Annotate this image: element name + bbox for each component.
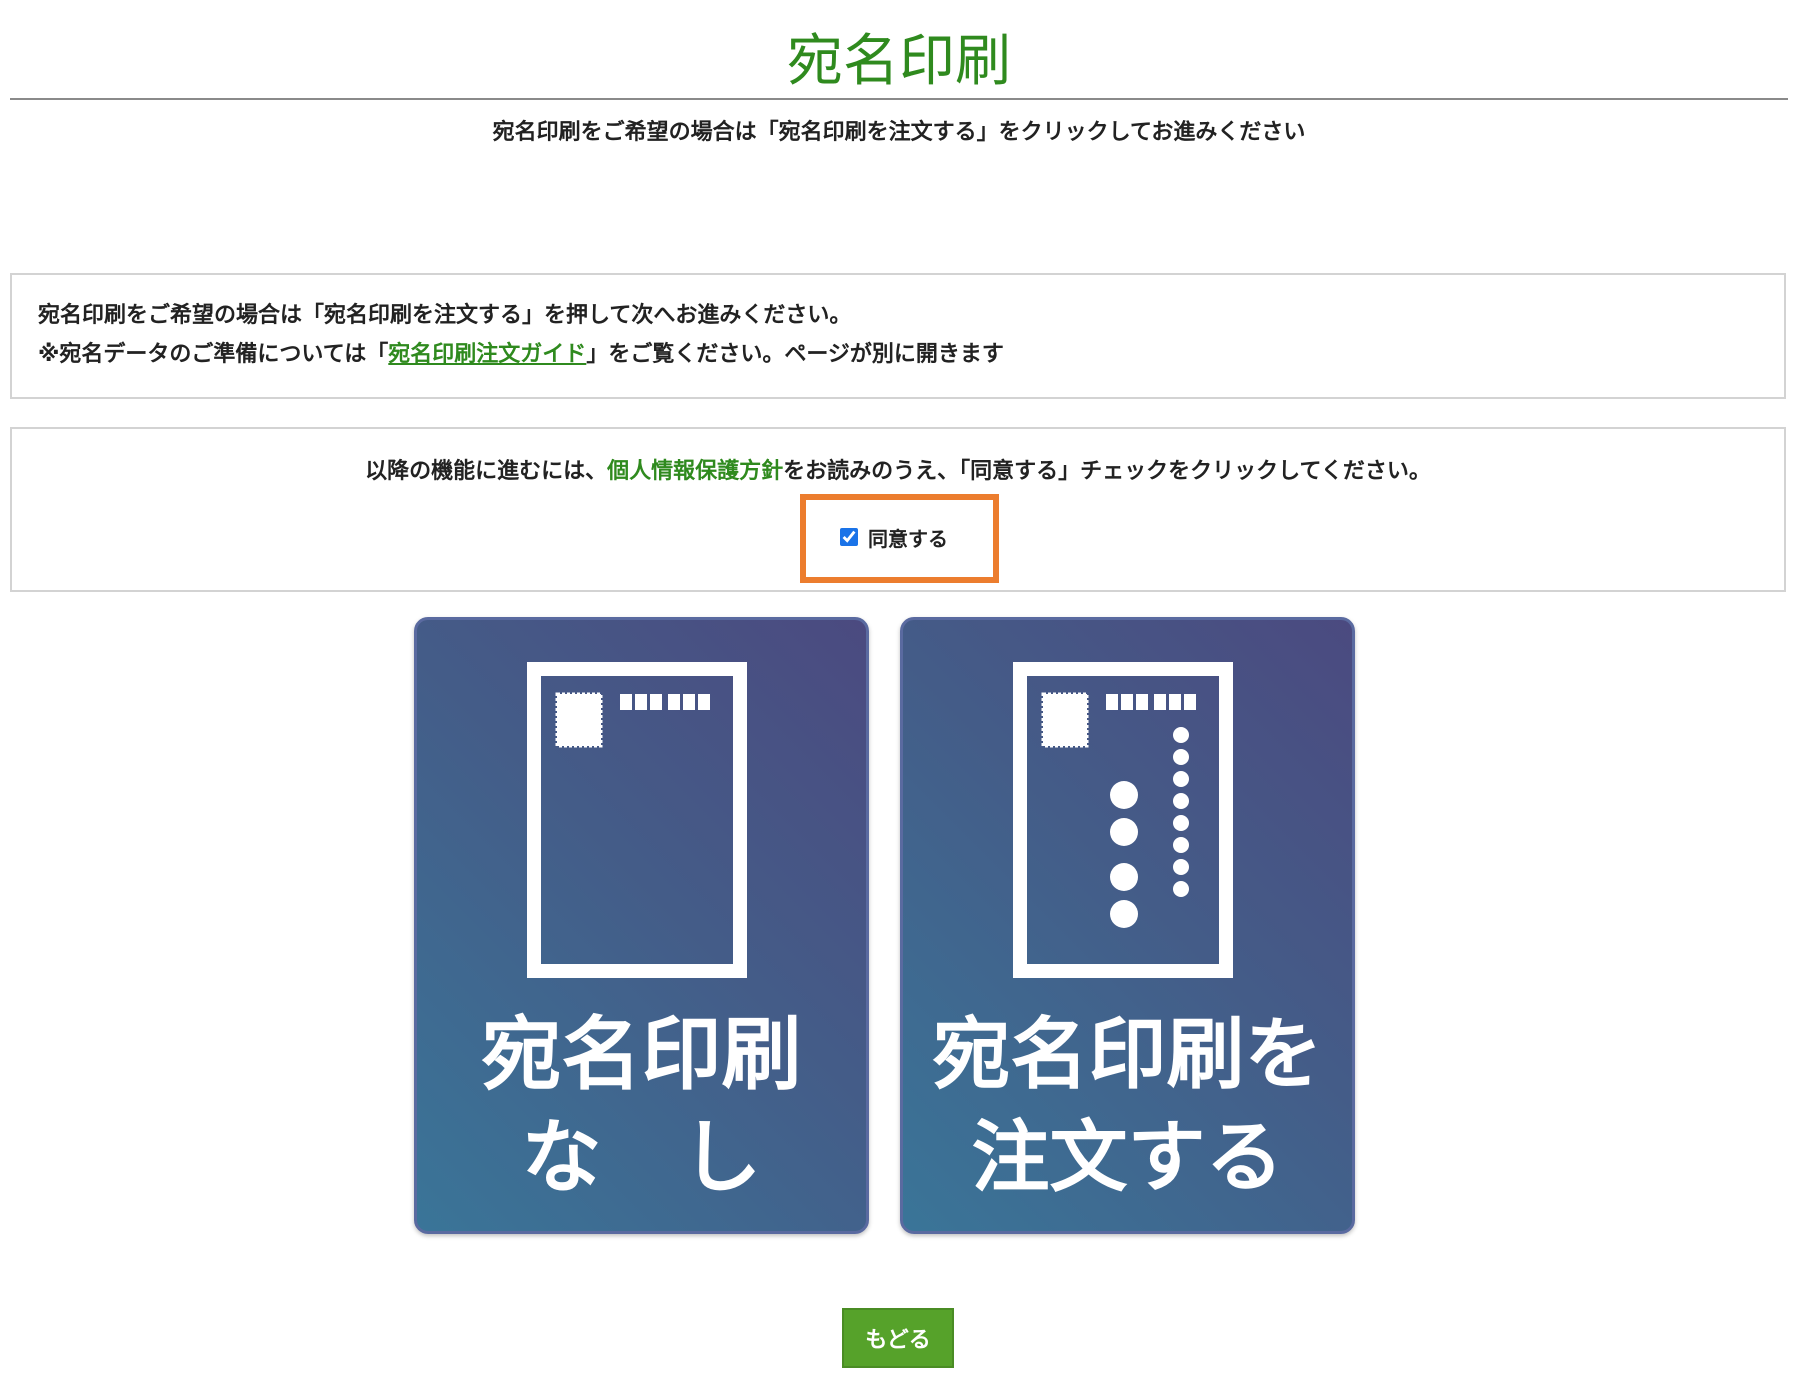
privacy-policy-link[interactable]: 個人情報保護方針: [607, 459, 783, 484]
order-print-label-line1: 宛名印刷を: [932, 1010, 1323, 1100]
no-address-print-button[interactable]: 宛名印刷 な し: [414, 617, 869, 1234]
agree-checkbox-row[interactable]: 同意する: [840, 520, 948, 554]
order-print-label-line2: 注文する: [971, 1113, 1284, 1203]
consent-text-prefix: 以降の機能に進むには、: [365, 459, 608, 484]
order-address-print-button[interactable]: 宛名印刷を 注文する: [900, 617, 1355, 1234]
page-title: 宛名印刷: [787, 29, 1011, 94]
agree-checkbox[interactable]: [840, 528, 858, 546]
agree-label[interactable]: 同意する: [868, 523, 948, 552]
no-print-label-line2: な し: [521, 1111, 762, 1204]
info-box: 宛名印刷をご希望の場合は「宛名印刷を注文する」を押して次へお進みください。 ※宛…: [10, 273, 1786, 399]
back-button[interactable]: もどる: [842, 1308, 954, 1368]
guide-link[interactable]: 宛名印刷注文ガイド: [388, 342, 586, 367]
title-divider: [10, 98, 1788, 100]
info-line-2-prefix: ※宛名データのご準備については「: [38, 342, 389, 367]
info-line-1: 宛名印刷をご希望の場合は「宛名印刷を注文する」を押して次へお進みください。: [38, 303, 852, 328]
consent-text-suffix: をお読みのうえ、「同意する」チェックをクリックしてください。: [783, 459, 1431, 484]
info-line-2-suffix: 」をご覧ください。ページが別に開きます: [586, 342, 1004, 367]
consent-text: 以降の機能に進むには、個人情報保護方針をお読みのうえ、「同意する」チェックをクリ…: [12, 455, 1784, 489]
blank-postcard-icon: [527, 662, 747, 978]
addressed-postcard-icon: [1013, 662, 1233, 978]
no-print-label-line1: 宛名印刷: [481, 1008, 802, 1101]
info-line-2: ※宛名データのご準備については「宛名印刷注文ガイド」をご覧ください。ページが別に…: [38, 338, 1004, 372]
page-subtitle: 宛名印刷をご希望の場合は「宛名印刷を注文する」をクリックしてお進みください: [492, 120, 1306, 145]
